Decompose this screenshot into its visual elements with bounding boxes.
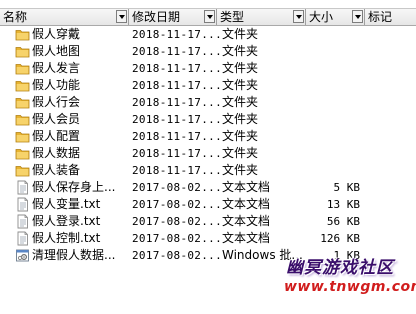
file-name: 假人功能: [32, 78, 81, 92]
folder-icon: [15, 78, 30, 93]
file-date: 2017-08-02...: [132, 198, 222, 211]
watermark-url: www.tnwgm.com: [284, 279, 416, 295]
column-header-size[interactable]: 大小: [306, 9, 365, 25]
file-date: 2017-08-02...: [132, 249, 222, 262]
file-name: 假人控制.txt: [32, 231, 101, 245]
column-header-date[interactable]: 修改日期: [129, 9, 217, 25]
file-row[interactable]: 假人装备 2018-11-17... 文件夹: [0, 162, 416, 179]
file-type: 文件夹: [222, 95, 259, 109]
text-file-icon: [15, 197, 30, 212]
folder-icon: [15, 129, 30, 144]
column-header-tags-label: 标记: [368, 10, 393, 24]
chevron-down-icon[interactable]: [352, 10, 363, 23]
file-row[interactable]: 假人登录.txt 2017-08-02... 文本文档 56 KB: [0, 213, 416, 230]
file-size: 126 KB: [320, 232, 360, 245]
file-row[interactable]: 假人行会 2018-11-17... 文件夹: [0, 94, 416, 111]
file-date: 2017-08-02...: [132, 215, 222, 228]
column-header-name-label: 名称: [3, 10, 28, 24]
text-file-icon: [15, 180, 30, 195]
file-date: 2018-11-17...: [132, 62, 222, 75]
column-header-tags[interactable]: 标记: [365, 9, 416, 25]
column-header-size-label: 大小: [309, 10, 334, 24]
file-name: 假人登录.txt: [32, 214, 101, 228]
file-type: 文件夹: [222, 61, 259, 75]
folder-icon: [15, 44, 30, 59]
text-file-icon: [15, 231, 30, 246]
file-type: 文本文档: [222, 214, 271, 228]
file-date: 2018-11-17...: [132, 113, 222, 126]
column-header-bar: 名称 修改日期 类型 大小 标记: [0, 8, 416, 26]
file-date: 2018-11-17...: [132, 147, 222, 160]
file-size: 56 KB: [326, 215, 360, 228]
file-type: 文件夹: [222, 112, 259, 126]
file-name: 假人保存身上...: [32, 180, 116, 194]
file-type: 文本文档: [222, 180, 271, 194]
file-row[interactable]: 假人保存身上... 2017-08-02... 文本文档 5 KB: [0, 179, 416, 196]
file-date: 2018-11-17...: [132, 96, 222, 109]
file-date: 2017-08-02...: [132, 181, 222, 194]
file-date: 2018-11-17...: [132, 45, 222, 58]
chevron-down-icon[interactable]: [116, 10, 127, 23]
text-file-icon: [15, 214, 30, 229]
chevron-down-icon[interactable]: [204, 10, 215, 23]
column-header-type[interactable]: 类型: [217, 9, 306, 25]
file-list: 假人穿戴 2018-11-17... 文件夹 假人地图 2018-11-17... 文件夹…: [0, 26, 416, 264]
file-size: 13 KB: [326, 198, 360, 211]
folder-icon: [15, 112, 30, 127]
file-name: 假人行会: [32, 95, 81, 109]
file-size: 5 KB: [333, 181, 361, 194]
file-row[interactable]: 假人配置 2018-11-17... 文件夹: [0, 128, 416, 145]
chevron-down-icon[interactable]: [293, 10, 304, 23]
file-type: 文件夹: [222, 78, 259, 92]
file-row[interactable]: 假人会员 2018-11-17... 文件夹: [0, 111, 416, 128]
folder-icon: [15, 61, 30, 76]
watermark-title: 幽冥游戏社区: [286, 258, 394, 278]
watermark-logo: 幽冥游戏社区 www.tnwgm.com: [272, 253, 416, 301]
column-header-type-label: 类型: [220, 10, 245, 24]
file-row[interactable]: 假人穿戴 2018-11-17... 文件夹: [0, 26, 416, 43]
file-name: 假人发言: [32, 61, 81, 75]
file-row[interactable]: 假人功能 2018-11-17... 文件夹: [0, 77, 416, 94]
file-name: 假人配置: [32, 129, 81, 143]
file-row[interactable]: 假人变量.txt 2017-08-02... 文本文档 13 KB: [0, 196, 416, 213]
file-type: 文件夹: [222, 146, 259, 160]
folder-icon: [15, 163, 30, 178]
file-date: 2018-11-17...: [132, 130, 222, 143]
file-row[interactable]: 假人地图 2018-11-17... 文件夹: [0, 43, 416, 60]
file-name: 假人穿戴: [32, 27, 81, 41]
column-header-date-label: 修改日期: [132, 10, 181, 24]
file-name: 假人装备: [32, 163, 81, 177]
file-type: 文本文档: [222, 197, 271, 211]
file-name: 假人会员: [32, 112, 81, 126]
file-name: 假人变量.txt: [32, 197, 101, 211]
file-row[interactable]: 假人控制.txt 2017-08-02... 文本文档 126 KB: [0, 230, 416, 247]
file-type: 文件夹: [222, 129, 259, 143]
file-name: 假人数据: [32, 146, 81, 160]
folder-icon: [15, 27, 30, 42]
file-type: 文件夹: [222, 27, 259, 41]
file-row[interactable]: 假人发言 2018-11-17... 文件夹: [0, 60, 416, 77]
file-date: 2018-11-17...: [132, 28, 222, 41]
file-type: 文件夹: [222, 44, 259, 58]
batch-file-icon: [15, 248, 30, 263]
file-type: 文件夹: [222, 163, 259, 177]
folder-icon: [15, 146, 30, 161]
column-header-name[interactable]: 名称: [0, 9, 129, 25]
file-date: 2018-11-17...: [132, 79, 222, 92]
file-row[interactable]: 假人数据 2018-11-17... 文件夹: [0, 145, 416, 162]
file-type: 文本文档: [222, 231, 271, 245]
folder-icon: [15, 95, 30, 110]
file-date: 2018-11-17...: [132, 164, 222, 177]
file-name: 假人地图: [32, 44, 81, 58]
file-name: 清理假人数据...: [32, 248, 116, 262]
file-date: 2017-08-02...: [132, 232, 222, 245]
